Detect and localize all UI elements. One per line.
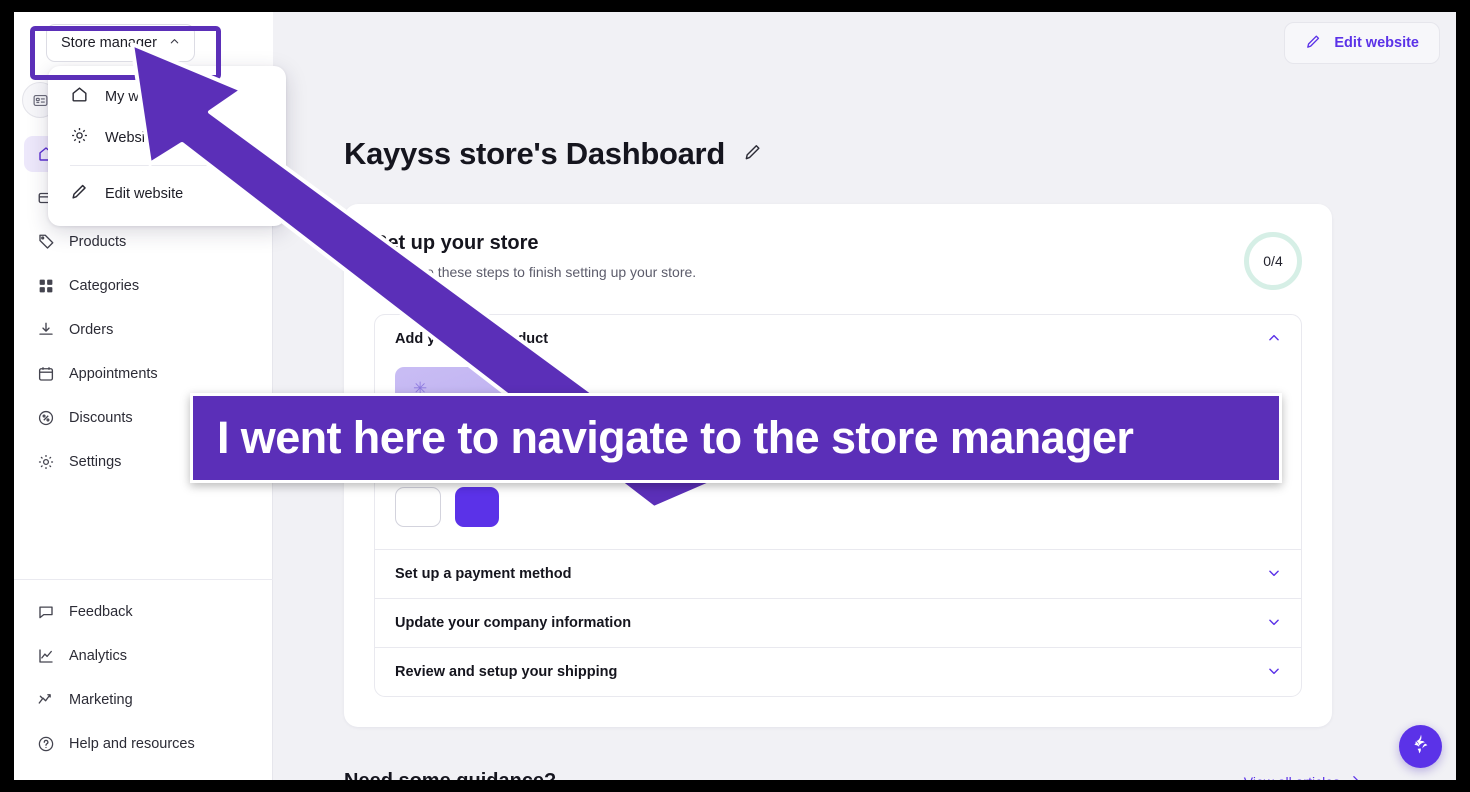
sidebar-item-marketing[interactable]: Marketing: [24, 682, 263, 718]
view-all-articles-link[interactable]: View all articles: [1244, 774, 1362, 781]
sidebar-item-label: Settings: [69, 454, 122, 470]
gear-icon: [36, 453, 55, 472]
chat-icon: [36, 603, 55, 622]
setup-progress-ring: 0/4: [1244, 232, 1302, 290]
pencil-icon: [70, 182, 89, 205]
orders-icon: [36, 321, 55, 340]
annotation-highlight-box: [30, 26, 221, 80]
accordion-header-shipping[interactable]: Review and setup your shipping: [375, 648, 1301, 696]
chevron-down-icon[interactable]: [1267, 566, 1281, 583]
annotation-callout-text: I went here to navigate to the store man…: [217, 412, 1134, 463]
sidebar-item-orders[interactable]: Orders: [24, 312, 263, 348]
sidebar-secondary-nav: Feedback Analytics Marketing Help and re…: [14, 579, 273, 770]
sidebar-item-label: Orders: [69, 322, 114, 338]
accordion-row-company: Update your company information: [375, 598, 1301, 647]
guidance-title: Need some guidance?: [344, 770, 556, 780]
accordion-header-company[interactable]: Update your company information: [375, 599, 1301, 647]
sidebar-item-label: Categories: [69, 278, 140, 294]
accordion-label: Update your company information: [395, 615, 632, 631]
sidebar-item-label: Appointments: [69, 366, 158, 382]
setup-steps-accordion: Add your first product ✳ ✦: [374, 314, 1302, 697]
accordion-row-payment: Set up a payment method: [375, 549, 1301, 598]
accordion-label: Review and setup your shipping: [395, 664, 618, 680]
sidebar-item-help[interactable]: Help and resources: [24, 726, 263, 762]
accordion-label: Add your first product: [395, 331, 549, 347]
sidebar-item-products[interactable]: Products: [24, 224, 263, 260]
edit-website-button[interactable]: Edit website: [1284, 22, 1440, 64]
menu-divider: [70, 165, 264, 166]
accordion-label: Set up a payment method: [395, 566, 572, 582]
gear-icon: [70, 126, 89, 149]
app-window: Products Categories Orders Appointments …: [14, 12, 1456, 780]
home-icon: [70, 85, 89, 108]
setup-progress-text: 0/4: [1263, 253, 1283, 269]
setup-card-header: Set up your store Complete these steps t…: [374, 232, 1302, 290]
chevron-up-icon[interactable]: [1267, 331, 1281, 348]
page-title: Kayyss store's Dashboard: [344, 136, 725, 171]
menu-item-label: Website manager: [105, 129, 219, 146]
ai-product-actions: [395, 487, 1281, 527]
view-all-label: View all articles: [1244, 774, 1340, 781]
sidebar-item-categories[interactable]: Categories: [24, 268, 263, 304]
discount-icon: [36, 409, 55, 428]
menu-item-label: Edit website: [105, 185, 184, 202]
menu-item-my-websites[interactable]: My websites: [48, 76, 286, 117]
edit-website-label: Edit website: [1334, 35, 1419, 51]
annotation-callout: I went here to navigate to the store man…: [190, 393, 1282, 483]
calendar-icon: [36, 365, 55, 384]
analytics-icon: [36, 647, 55, 666]
chevron-down-icon[interactable]: [1267, 664, 1281, 681]
sidebar-item-label: Help and resources: [69, 736, 195, 752]
assistant-sparkle-icon: [1409, 732, 1433, 761]
sidebar-item-label: Feedback: [69, 604, 133, 620]
store-manager-dropdown-menu: My websites Website manager Edit website: [48, 66, 286, 226]
setup-card-title: Set up your store: [374, 232, 539, 254]
menu-item-website-manager[interactable]: Website manager: [48, 117, 286, 158]
guidance-section-header: Need some guidance? View all articles: [344, 770, 1362, 780]
grid-icon: [36, 277, 55, 296]
chevron-down-icon[interactable]: [1267, 615, 1281, 632]
sidebar-item-label: Products: [69, 234, 127, 250]
help-icon: [36, 735, 55, 754]
tag-icon: [36, 233, 55, 252]
marketing-icon: [36, 691, 55, 710]
setup-card-subtitle: Complete these steps to finish setting u…: [374, 264, 697, 280]
sidebar-item-feedback[interactable]: Feedback: [24, 594, 263, 630]
secondary-action-button[interactable]: [395, 487, 441, 527]
menu-item-edit-website[interactable]: Edit website: [48, 173, 286, 214]
sidebar-item-appointments[interactable]: Appointments: [24, 356, 263, 392]
menu-item-label: My websites: [105, 88, 185, 105]
primary-action-button[interactable]: [455, 487, 499, 527]
accordion-row-shipping: Review and setup your shipping: [375, 647, 1301, 696]
chevron-right-icon: [1349, 774, 1362, 780]
accordion-header-add-product[interactable]: Add your first product: [375, 315, 1301, 363]
page-title-row: Kayyss store's Dashboard: [273, 74, 1456, 172]
sidebar-item-label: Marketing: [69, 692, 133, 708]
sidebar-item-label: Discounts: [69, 410, 133, 426]
sidebar-item-analytics[interactable]: Analytics: [24, 638, 263, 674]
pencil-icon: [1305, 33, 1322, 54]
sidebar-item-label: Analytics: [69, 648, 128, 664]
assistant-fab-button[interactable]: [1399, 725, 1442, 768]
pencil-icon[interactable]: [743, 142, 763, 167]
accordion-header-payment[interactable]: Set up a payment method: [375, 550, 1301, 598]
